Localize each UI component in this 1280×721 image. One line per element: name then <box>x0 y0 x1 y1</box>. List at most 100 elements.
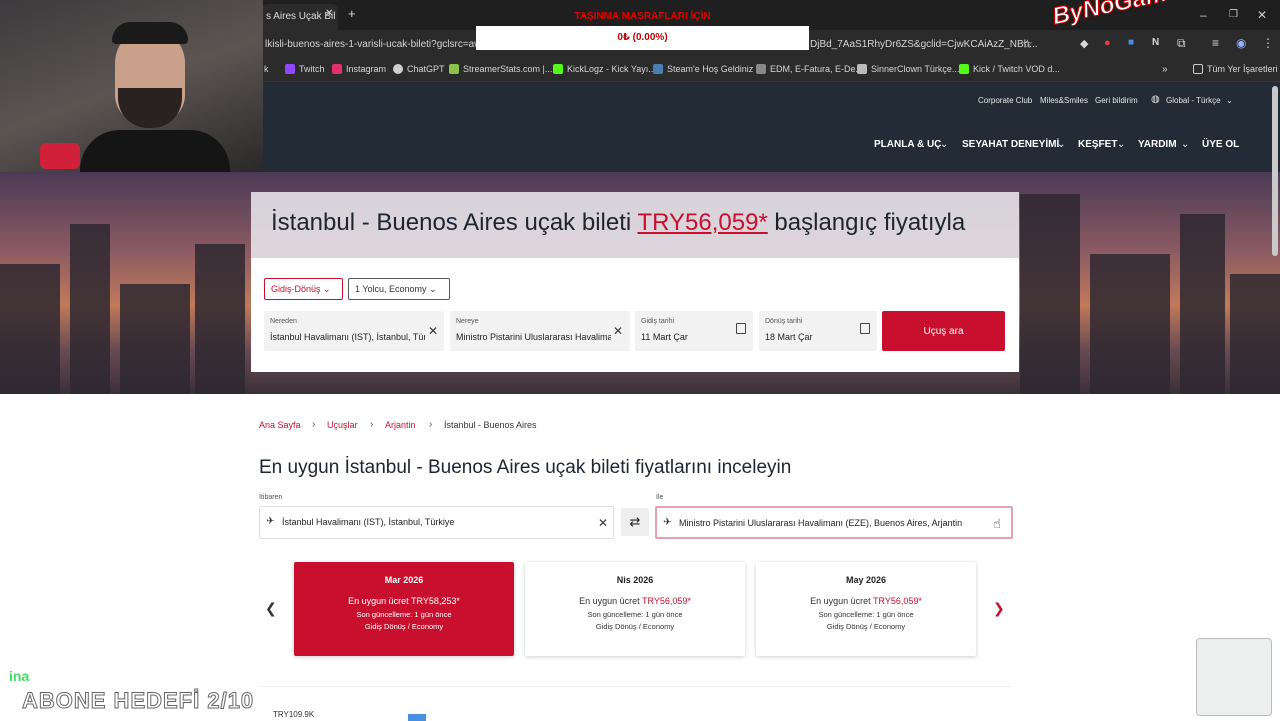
destination-value: Ministro Pistarini Uluslararası Havalima… <box>456 332 611 342</box>
clear-icon[interactable]: ✕ <box>428 324 438 338</box>
nav-travel-experience[interactable]: SEYAHAT DENEYİMİ <box>962 139 1059 150</box>
route-to-label: İle <box>656 494 664 501</box>
bookmark-sinnerclown[interactable]: SinnerClown Türkçe... <box>857 64 959 74</box>
webcam-overlay <box>0 0 263 172</box>
bookmark-steam[interactable]: Steam'e Hoş Geldiniz <box>653 64 753 74</box>
bookmark-kick-vod[interactable]: Kick / Twitch VOD d... <box>959 64 1060 74</box>
clear-icon[interactable]: ✕ <box>598 516 608 530</box>
bookmarks-overflow-icon[interactable]: » <box>1162 64 1168 75</box>
route-from-label: İtibaren <box>259 494 283 501</box>
util-link-feedback[interactable]: Geri bildirim <box>1095 96 1138 105</box>
plane-landing-icon: ✈ <box>663 517 672 528</box>
bookmark-chatgpt[interactable]: ChatGPT <box>393 64 445 74</box>
steam-icon <box>653 64 663 74</box>
month-card-mar[interactable]: Mar 2026 En uygun ücret TRY58,253* Son g… <box>294 562 514 656</box>
tab-close-icon[interactable]: ✕ <box>325 8 333 19</box>
chevron-down-icon: ⌄ <box>940 139 949 150</box>
nav-explore[interactable]: KEŞFET <box>1078 139 1117 150</box>
record-icon[interactable]: ● <box>1104 37 1111 49</box>
clear-icon[interactable]: ✕ <box>613 324 623 338</box>
kicklogz-icon <box>553 64 563 74</box>
donation-goal-bar: 0₺ (0.00%) <box>476 26 809 50</box>
chevron-right-icon: › <box>370 419 374 430</box>
destination-field[interactable]: Nereye Ministro Pistarini Uluslararası H… <box>450 311 630 351</box>
search-flights-button[interactable]: Uçuş ara <box>882 311 1005 351</box>
bookmark-kicklogz[interactable]: KickLogz - Kick Yayı... <box>553 64 656 74</box>
return-date-value: 18 Mart Çar <box>765 332 813 342</box>
depart-date-field[interactable]: Gidiş tarihi 11 Mart Çar <box>635 311 753 351</box>
notion-icon[interactable]: N <box>1152 37 1159 48</box>
maximize-icon[interactable]: ❐ <box>1229 9 1238 20</box>
nav-sign-up[interactable]: ÜYE OL <box>1202 139 1239 150</box>
prev-month-arrow-icon[interactable]: ❮ <box>265 600 277 617</box>
sinnerclown-icon <box>857 64 867 74</box>
origin-value: İstanbul Havalimanı (IST), İstanbul, Tür… <box>270 332 425 342</box>
profile-icon[interactable]: ◉ <box>1236 36 1246 50</box>
extension-icon[interactable]: ◆ <box>1080 37 1088 50</box>
destination-label: Nereye <box>456 318 479 325</box>
next-month-arrow-icon[interactable]: ❯ <box>993 600 1005 617</box>
bookmark-edm[interactable]: EDM, E-Fatura, E-De... <box>756 64 863 74</box>
twitch-icon <box>285 64 295 74</box>
beard-shape <box>118 88 182 128</box>
route-to-value: Ministro Pistarini Uluslararası Havalima… <box>679 518 963 528</box>
bookmark-twitch[interactable]: Twitch <box>285 64 325 74</box>
overlay-side-text: ina <box>9 668 30 684</box>
route-to-input[interactable]: ✈ Ministro Pistarini Uluslararası Havali… <box>655 506 1013 539</box>
ps-extension-icon[interactable]: ■ <box>1128 37 1134 48</box>
globe-icon: ◍ <box>1151 94 1160 105</box>
minimize-icon[interactable]: – <box>1200 8 1207 22</box>
bookmark-instagram[interactable]: Instagram <box>332 64 386 74</box>
menu-list-icon[interactable]: ≡ <box>1212 36 1219 50</box>
month-card-apr[interactable]: Nis 2026 En uygun ücret TRY56,059* Son g… <box>525 562 745 656</box>
return-date-field[interactable]: Dönüş tarihi 18 Mart Çar <box>759 311 877 351</box>
star-icon[interactable]: ☆ <box>1022 37 1033 51</box>
depart-date-value: 11 Mart Çar <box>641 332 688 342</box>
plane-takeoff-icon: ✈ <box>266 516 275 527</box>
puzzle-icon[interactable]: ⧉ <box>1177 36 1186 51</box>
util-link-miles[interactable]: Miles&Smiles <box>1040 96 1088 105</box>
kebab-menu-icon[interactable]: ⋮ <box>1262 36 1274 50</box>
hair-shape <box>112 22 188 44</box>
shirt-shape <box>80 130 230 172</box>
nav-help[interactable]: YARDIM <box>1138 139 1177 150</box>
chevron-down-icon: ⌄ <box>1117 139 1126 150</box>
bookmark-k[interactable]: k <box>264 64 269 74</box>
edm-icon <box>756 64 766 74</box>
hero-title-suffix: başlangıç fiyatıyla <box>774 209 966 236</box>
month-card-may[interactable]: May 2026 En uygun ücret TRY56,059* Son g… <box>756 562 976 656</box>
price-chart-area: TRY109.9K <box>259 686 1011 721</box>
glass-overlay <box>1196 638 1272 716</box>
hero-title: İstanbul - Buenos Aires uçak bileti TRY5… <box>271 209 965 237</box>
swap-route-button[interactable]: ⇄ <box>621 508 649 536</box>
nav-plan-fly[interactable]: PLANLA & UÇ <box>874 139 941 150</box>
new-tab-icon[interactable]: + <box>348 6 356 21</box>
breadcrumb-argentina[interactable]: Arjantin <box>385 420 416 430</box>
bookmark-streamerstats[interactable]: StreamerStats.com |... <box>449 64 552 74</box>
breadcrumb-home[interactable]: Ana Sayfa <box>259 420 301 430</box>
chevron-down-icon: ⌄ <box>429 284 437 294</box>
subscriber-goal-text: ABONE HEDEFİ 2/10 <box>21 688 255 714</box>
depart-date-label: Gidiş tarihi <box>641 318 675 325</box>
breadcrumb-flights[interactable]: Uçuşlar <box>327 420 358 430</box>
bookmarks-folder[interactable]: Tüm Yer İşaretleri <box>1193 64 1278 74</box>
calendar-icon <box>860 323 870 334</box>
origin-field[interactable]: Nereden İstanbul Havalimanı (IST), İstan… <box>264 311 444 351</box>
mic-light <box>40 143 80 169</box>
passenger-select[interactable]: 1 Yolcu, Economy ⌄ <box>348 278 450 300</box>
scrollbar-thumb[interactable] <box>1272 86 1278 256</box>
instagram-icon <box>332 64 342 74</box>
route-from-value: İstanbul Havalimanı (IST), İstanbul, Tür… <box>282 517 455 527</box>
streamerstats-icon <box>449 64 459 74</box>
cursor-hand-icon: ☝ <box>993 516 1001 531</box>
chevron-down-icon: ⌄ <box>323 284 331 294</box>
util-link-corporate[interactable]: Corporate Club <box>978 96 1032 105</box>
util-link-language[interactable]: Global - Türkçe <box>1166 96 1221 105</box>
route-from-input[interactable]: ✈ İstanbul Havalimanı (IST), İstanbul, T… <box>259 506 614 539</box>
hero-title-price[interactable]: TRY56,059* <box>637 209 767 236</box>
window-close-icon[interactable]: ✕ <box>1257 8 1267 22</box>
origin-label: Nereden <box>270 318 297 325</box>
trip-type-select[interactable]: Gidiş-Dönüş ⌄ <box>264 278 343 300</box>
donation-amount: 0₺ (0.00%) <box>617 32 668 43</box>
chevron-down-icon: ⌄ <box>1181 139 1190 150</box>
